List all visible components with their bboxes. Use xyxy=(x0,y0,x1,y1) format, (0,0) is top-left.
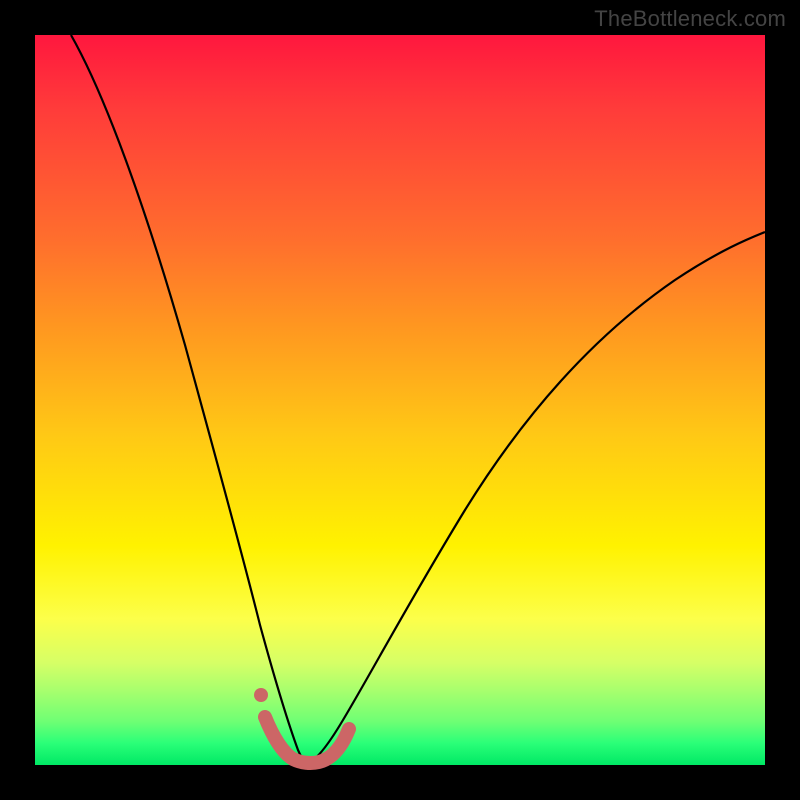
stage: TheBottleneck.com [data-name="curve-righ… xyxy=(0,0,800,800)
trough-marker-dot xyxy=(254,688,268,702)
trough-marker xyxy=(265,717,349,763)
curve-left-branch xyxy=(71,35,307,764)
plot-area: [data-name="curve-right-branch"] { displ… xyxy=(35,35,765,765)
watermark-text: TheBottleneck.com xyxy=(594,6,786,32)
curve-right-branch-overlay xyxy=(307,232,765,764)
chart-svg: [data-name="curve-right-branch"] { displ… xyxy=(35,35,765,765)
